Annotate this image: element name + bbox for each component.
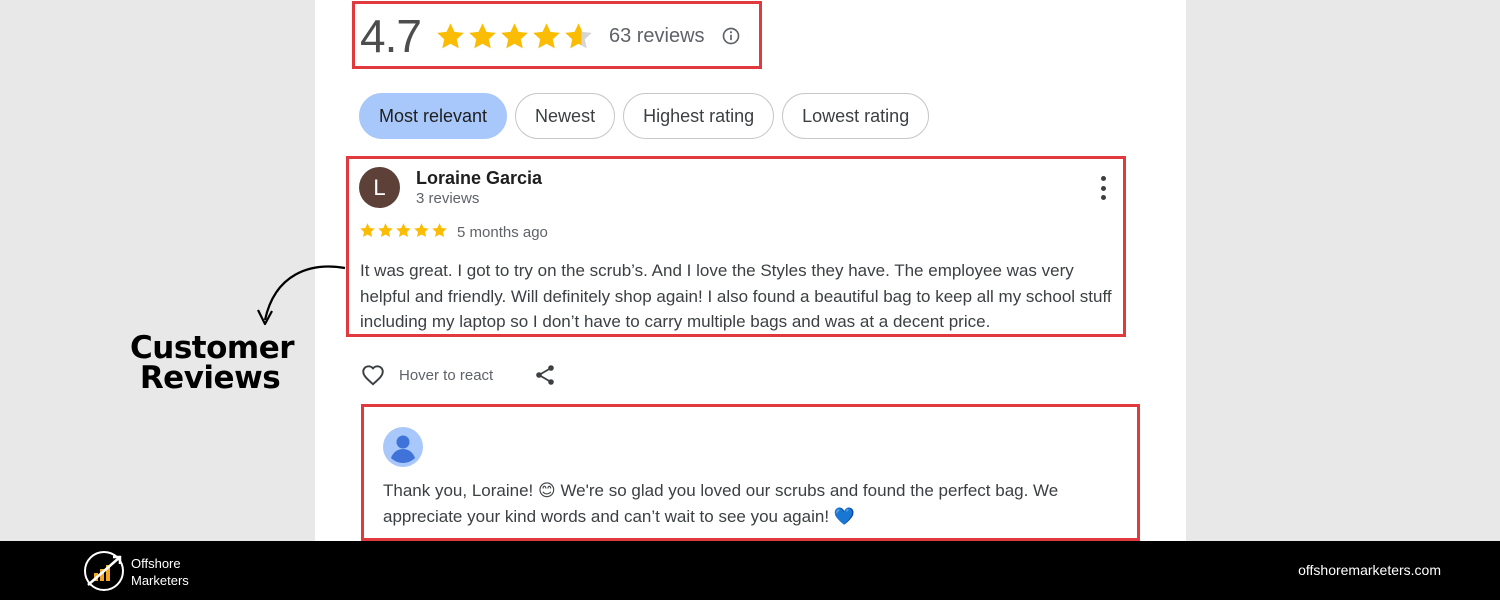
react-label[interactable]: Hover to react <box>399 367 493 384</box>
highlight-box-reply <box>361 404 1140 541</box>
footer-bar: Offshore Marketers offshoremarketers.com <box>0 541 1500 600</box>
chip-lowest-rating[interactable]: Lowest rating <box>782 93 930 139</box>
sort-chips: Most relevant Newest Highest rating Lowe… <box>359 93 930 139</box>
share-icon[interactable] <box>533 362 557 388</box>
highlight-box-review <box>346 156 1126 337</box>
site-url[interactable]: offshoremarketers.com <box>1298 562 1441 578</box>
chip-highest-rating[interactable]: Highest rating <box>623 93 775 139</box>
chip-most-relevant[interactable]: Most relevant <box>359 93 508 139</box>
brand-line1: Offshore <box>131 556 181 571</box>
brand-name: Offshore Marketers <box>131 555 189 589</box>
logo-icon <box>84 551 124 591</box>
heart-icon[interactable] <box>359 362 387 388</box>
curved-arrow-icon <box>257 265 346 326</box>
react-row: Hover to react <box>359 362 493 388</box>
annotation-line2: Reviews <box>139 360 281 396</box>
brand-line2: Marketers <box>131 573 189 588</box>
annotation-label: Customer Reviews <box>130 330 295 396</box>
chip-newest[interactable]: Newest <box>515 93 616 139</box>
annotation-line1: Customer <box>130 330 295 366</box>
highlight-box-rating <box>352 1 762 69</box>
